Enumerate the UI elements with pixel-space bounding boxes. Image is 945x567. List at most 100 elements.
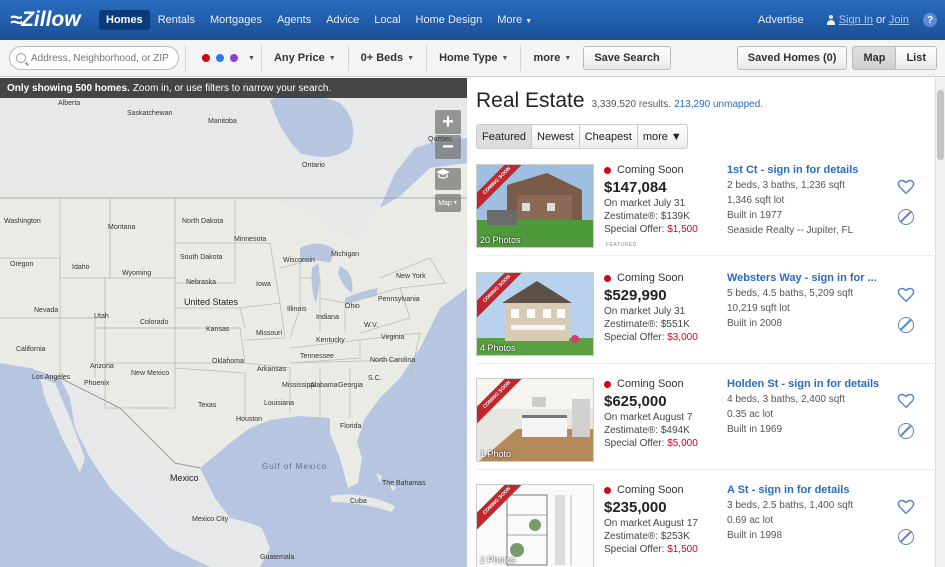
- beds-baths: 3 beds, 2.5 baths, 1,400 sqft: [727, 500, 854, 511]
- nav-home-design[interactable]: Home Design: [409, 10, 490, 30]
- map-view[interactable]: Only showing 500 homes. Zoom in, or use …: [0, 78, 467, 567]
- listing-address[interactable]: Websters Way - sign in for ...: [727, 272, 887, 284]
- listing-card[interactable]: COMING SOON 1 Photo Coming Soon $625,000…: [476, 370, 934, 470]
- listing-photo[interactable]: COMING SOON 2 Photos: [476, 484, 594, 567]
- saved-homes-button[interactable]: Saved Homes (0): [736, 46, 848, 70]
- results-count: 3,339,520 results.: [591, 99, 672, 110]
- search-icon: [16, 53, 26, 63]
- offer-label: Special Offer:: [604, 544, 665, 555]
- filter-bar: ▼ Any Price▼ 0+ Beds▼ Home Type▼ more▼ S…: [0, 40, 945, 77]
- listing-photo[interactable]: COMING SOON 20 Photos: [476, 164, 594, 248]
- view-toggle: Map List: [852, 46, 937, 70]
- listing-details: Websters Way - sign in for ... 5 beds, 4…: [727, 272, 887, 329]
- scrollbar-thumb[interactable]: [937, 90, 944, 160]
- more-filter[interactable]: more ▼: [527, 52, 577, 64]
- map-label: Mexico City: [192, 516, 229, 523]
- special-offer: Special Offer: $5,000: [604, 438, 719, 449]
- hide-listing-icon[interactable]: [898, 423, 914, 439]
- search-input[interactable]: [31, 52, 171, 64]
- lot-size: 1,346 sqft lot: [727, 195, 785, 206]
- school-layer-button[interactable]: [435, 168, 461, 190]
- page-title: Real Estate: [476, 89, 585, 112]
- listing-info: Coming Soon $235,000 On market August 17…: [604, 484, 719, 555]
- map-view-button[interactable]: Map: [852, 46, 897, 70]
- map-label: South Dakota: [180, 254, 223, 261]
- price-filter[interactable]: Any Price ▼: [268, 52, 342, 64]
- divider: [347, 45, 349, 71]
- search-box[interactable]: [9, 46, 179, 70]
- status-text: Coming Soon: [617, 484, 684, 496]
- listing-address[interactable]: Holden St - sign in for details: [727, 378, 887, 390]
- save-search-button[interactable]: Save Search: [583, 46, 671, 70]
- hide-listing-icon[interactable]: [898, 209, 914, 225]
- sort-newest[interactable]: Newest: [532, 124, 580, 149]
- market-date: On market July 31: [604, 306, 686, 317]
- zillow-logo[interactable]: ≈ Zillow: [10, 7, 94, 33]
- map-label: Alberta: [58, 100, 81, 107]
- map-type-label: Map: [438, 199, 452, 207]
- heart-icon[interactable]: [897, 286, 915, 304]
- heart-icon[interactable]: [897, 392, 915, 410]
- hide-listing-icon[interactable]: [898, 317, 914, 333]
- nav-agents[interactable]: Agents: [270, 10, 318, 30]
- more-filter-label: more: [533, 52, 561, 64]
- beds-baths: 5 beds, 4.5 baths, 5,209 sqft: [727, 288, 854, 299]
- listing-card[interactable]: COMING SOON 20 Photos FEATURED Coming So…: [476, 156, 934, 256]
- map-label: Louisiana: [264, 400, 294, 407]
- list-view-button[interactable]: List: [896, 46, 937, 70]
- nav-mortgages[interactable]: Mortgages: [203, 10, 269, 30]
- listing-photo[interactable]: COMING SOON 4 Photos: [476, 272, 594, 356]
- nav-advice[interactable]: Advice: [319, 10, 366, 30]
- listing-price: $529,990: [604, 287, 667, 304]
- year-built: Built in 1969: [727, 424, 783, 435]
- photo-count: 4 Photos: [480, 343, 516, 353]
- beds-filter[interactable]: 0+ Beds ▼: [355, 52, 420, 64]
- listing-info: Coming Soon $529,990 On market July 31 Z…: [604, 272, 719, 343]
- sort-featured[interactable]: Featured: [476, 124, 533, 149]
- price-filter-label: Any Price: [273, 52, 325, 64]
- map-type-button[interactable]: Map ▼: [435, 194, 461, 212]
- home-type-filter[interactable]: Home Type ▼: [433, 52, 514, 64]
- join-link[interactable]: Join: [889, 14, 909, 26]
- zoom-in-button[interactable]: +: [435, 110, 461, 134]
- listing-price: $147,084: [604, 179, 667, 196]
- photo-count: 1 Photo: [480, 449, 512, 459]
- zestimate: Zestimate®: $253K: [604, 531, 719, 542]
- listing-status: Coming Soon: [604, 378, 719, 390]
- advertise-link[interactable]: Advertise: [758, 14, 804, 26]
- listing-photo[interactable]: COMING SOON 1 Photo: [476, 378, 594, 462]
- help-icon[interactable]: ?: [923, 13, 937, 27]
- map-label: Kansas: [206, 326, 230, 333]
- offer-value: $1,500: [667, 544, 698, 555]
- heart-icon[interactable]: [897, 178, 915, 196]
- map-label: The Bahamas: [382, 480, 426, 487]
- chevron-down-icon: ▼: [248, 54, 255, 62]
- nav-homes[interactable]: Homes: [99, 10, 150, 30]
- map-label: Missouri: [256, 330, 283, 337]
- map-label: Tennessee: [300, 353, 334, 360]
- listing-status: Coming Soon: [604, 484, 719, 496]
- nav-rentals[interactable]: Rentals: [151, 10, 202, 30]
- listing-status: Coming Soon: [604, 272, 719, 284]
- listing-info: Coming Soon $147,084 On market July 31 Z…: [604, 164, 719, 235]
- photo-count: 2 Photos: [480, 555, 516, 565]
- listing-card[interactable]: COMING SOON 2 Photos Coming Soon $235,00…: [476, 476, 934, 567]
- nav-more[interactable]: More ▼: [490, 10, 539, 30]
- offer-label: Special Offer:: [604, 332, 665, 343]
- results-scrollbar[interactable]: [935, 78, 945, 567]
- hide-listing-icon[interactable]: [898, 529, 914, 545]
- offer-label: Special Offer:: [604, 438, 665, 449]
- listing-card[interactable]: COMING SOON 4 Photos Coming Soon $529,99…: [476, 264, 934, 364]
- for-sale-dot-icon: [202, 54, 210, 62]
- sort-more[interactable]: more ▼: [637, 124, 688, 149]
- listing-address[interactable]: 1st Ct - sign in for details: [727, 164, 887, 176]
- nav-local[interactable]: Local: [367, 10, 407, 30]
- sort-cheapest[interactable]: Cheapest: [579, 124, 638, 149]
- listing-type-filter[interactable]: ▼: [202, 54, 255, 62]
- sign-in-link[interactable]: Sign In: [839, 14, 873, 26]
- unmapped-link[interactable]: 213,290 unmapped.: [674, 99, 763, 110]
- zestimate-value: $494K: [660, 425, 690, 436]
- map-canvas: [0, 78, 467, 567]
- heart-icon[interactable]: [897, 498, 915, 516]
- listing-address[interactable]: A St - sign in for details: [727, 484, 887, 496]
